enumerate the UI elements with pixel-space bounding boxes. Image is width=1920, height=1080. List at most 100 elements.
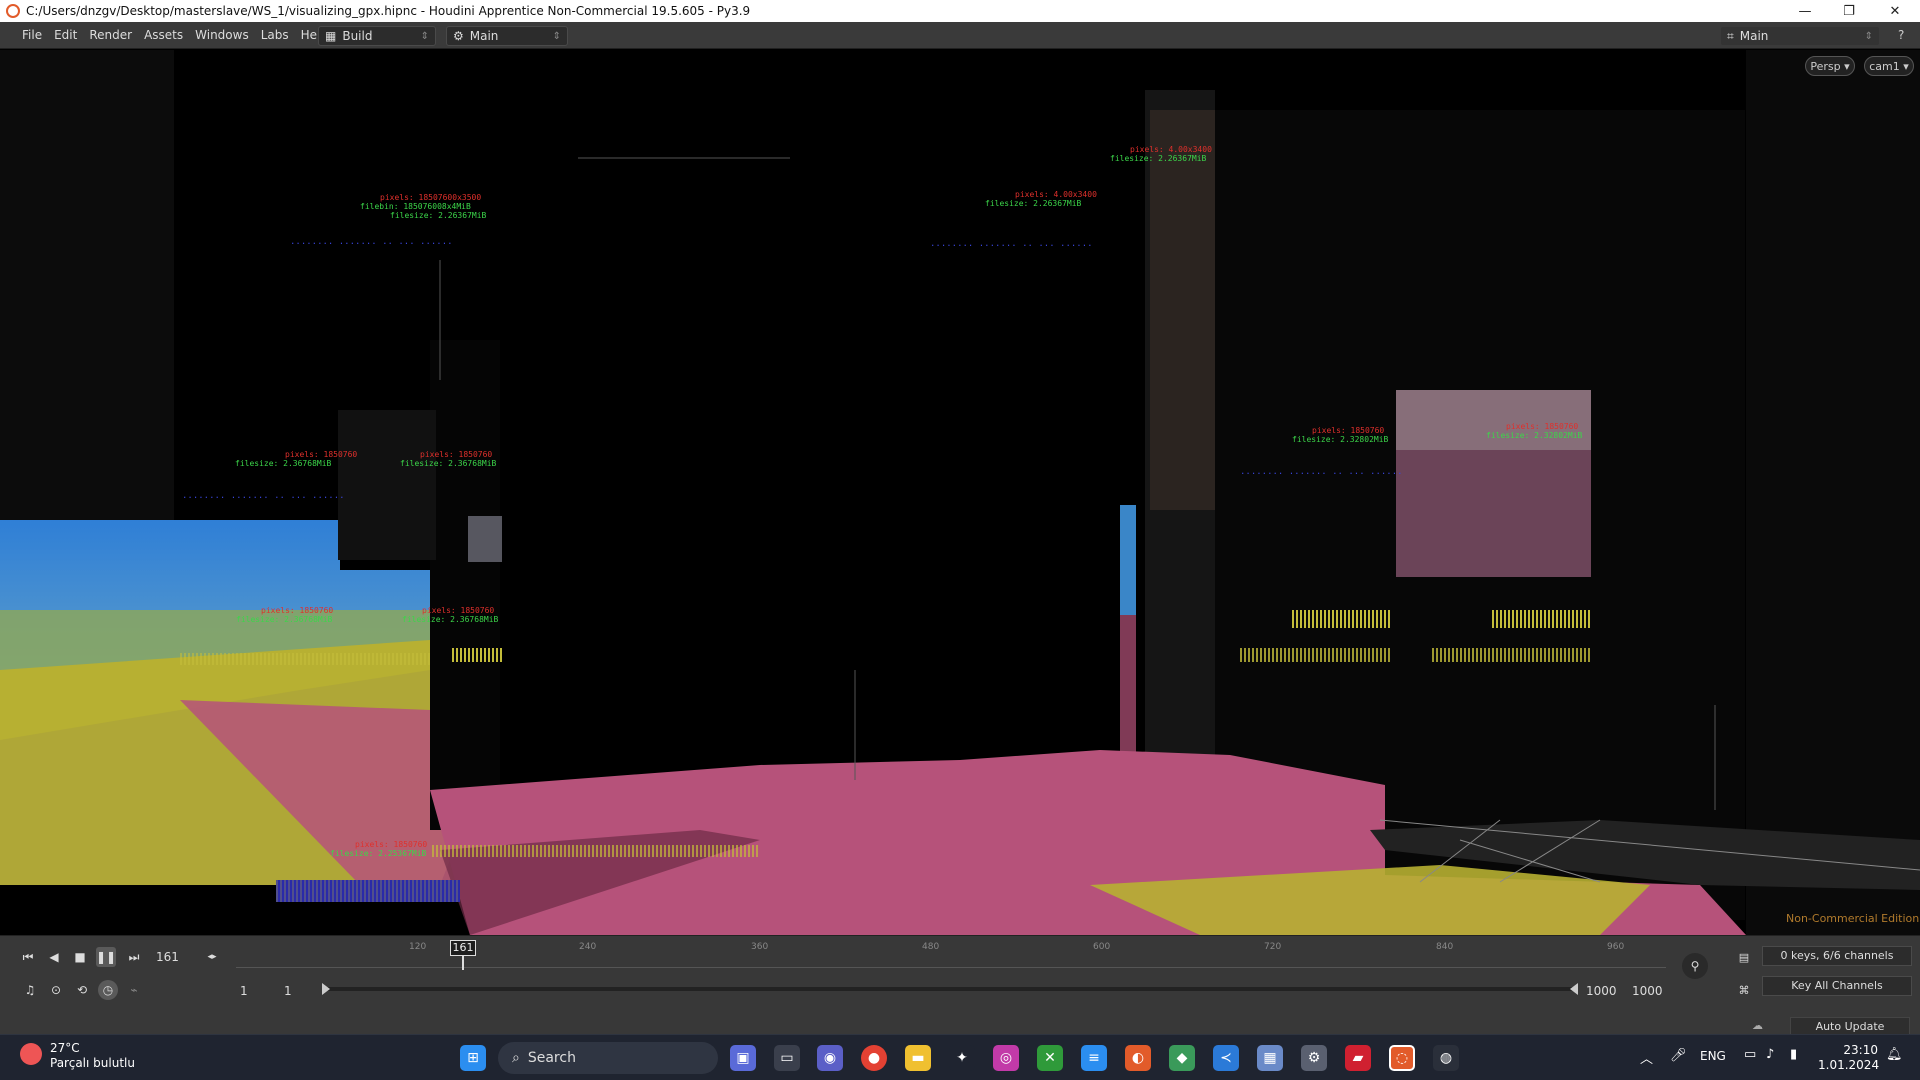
start-frame-field[interactable]: 1 <box>240 984 248 998</box>
current-frame-marker[interactable]: 161 <box>450 940 476 956</box>
pixels-label: pixels: 1850760 <box>422 606 495 615</box>
jump-end-button[interactable]: ⏭ <box>124 947 144 967</box>
pixels-label: pixels: 4.00x3400 <box>1130 145 1212 154</box>
tick-label: 720 <box>1264 942 1282 952</box>
search-icon: ⌕ <box>512 1050 520 1066</box>
houdini-taskbar-icon[interactable]: ◌ <box>1389 1045 1415 1071</box>
range-start-field[interactable]: 1 <box>284 984 292 998</box>
main-desktop-selector[interactable]: ⚙ Main ⇕ <box>446 26 568 46</box>
microphone-icon[interactable]: 🎤︎ <box>1670 1048 1687 1063</box>
windows-start-icon[interactable]: ⊞ <box>460 1045 486 1071</box>
menu-labs[interactable]: Labs <box>255 28 295 42</box>
app-icon[interactable]: ◍ <box>1433 1045 1459 1071</box>
pixels-label: pixels: 1850760 <box>1506 422 1579 431</box>
task-view-icon[interactable]: ▭ <box>774 1045 800 1071</box>
keyframe-icon[interactable]: ⌁ <box>124 980 144 1000</box>
end-frame-field[interactable]: 1000 <box>1632 984 1663 998</box>
tick-label: 480 <box>922 942 940 952</box>
audio-icon[interactable]: ♫ <box>20 980 40 1000</box>
range-start-handle[interactable] <box>322 983 330 995</box>
menu-assets[interactable]: Assets <box>138 28 189 42</box>
blue-debug-label: ........ ....... .. ... ...... <box>1240 467 1403 477</box>
frame-step-icon[interactable]: ◂▸ <box>202 947 222 967</box>
blue-debug-label: ........ ....... .. ... ...... <box>930 239 1093 249</box>
language-indicator[interactable]: ENG <box>1700 1049 1726 1063</box>
pause-button[interactable]: ❚❚ <box>96 947 116 967</box>
window-title: C:/Users/dnzgv/Desktop/masterslave/WS_1/… <box>26 4 751 18</box>
building-block-left <box>430 340 500 830</box>
rhino-icon[interactable]: ✦ <box>949 1045 975 1071</box>
file-explorer-icon[interactable]: ▬ <box>905 1045 931 1071</box>
range-end-field[interactable]: 1000 <box>1586 984 1617 998</box>
range-slider[interactable] <box>326 987 1576 991</box>
app-icon[interactable]: ▦ <box>1257 1045 1283 1071</box>
app-icon[interactable]: ◎ <box>993 1045 1019 1071</box>
system-clock[interactable]: 23:10 1.01.2024 <box>1818 1043 1879 1073</box>
menu-edit[interactable]: Edit <box>48 28 83 42</box>
pixels-label: pixels: 1850760 <box>1312 426 1385 435</box>
app-icon[interactable]: ◆ <box>1169 1045 1195 1071</box>
range-end-handle[interactable] <box>1570 983 1578 995</box>
notepad-icon[interactable]: ≡ <box>1081 1045 1107 1071</box>
filesize-label: filesize: 2.26367MiB <box>390 211 487 220</box>
app-icon[interactable]: ◐ <box>1125 1045 1151 1071</box>
step-back-button[interactable]: ◀ <box>44 947 64 967</box>
settings-icon[interactable]: ⚙ <box>1301 1045 1327 1071</box>
tick-label: 960 <box>1607 942 1625 952</box>
notification-icon[interactable]: 🔔︎ <box>1886 1047 1903 1062</box>
main-desktop-right-selector[interactable]: ⌗ Main ⇕ <box>1720 26 1880 46</box>
channel-icon[interactable]: ⌘ <box>1734 980 1754 1000</box>
pixels-label: pixels: 18507600x3500 <box>380 193 482 202</box>
key-all-channels-dropdown[interactable]: Key All Channels <box>1762 976 1912 996</box>
tick-label: 600 <box>1093 942 1111 952</box>
stop-button[interactable]: ■ <box>70 947 90 967</box>
filesize-label: filesize: 2.36768MiB <box>235 459 332 468</box>
weather-widget[interactable]: 27°C Parçalı bulutlu <box>20 1041 135 1071</box>
menu-file[interactable]: File <box>16 28 48 42</box>
help-icon[interactable]: ? <box>1898 28 1904 42</box>
widgets-icon[interactable]: ▣ <box>730 1045 756 1071</box>
tick-label: 240 <box>579 942 597 952</box>
loop-icon[interactable]: ⟲ <box>72 980 92 1000</box>
weather-icon <box>20 1043 42 1065</box>
vscode-icon[interactable]: ≺ <box>1213 1045 1239 1071</box>
taskbar-search[interactable]: ⌕ Search <box>498 1042 718 1074</box>
pixels-label: pixels: 1850760 <box>420 450 493 459</box>
volume-icon[interactable]: ♪ <box>1766 1047 1774 1062</box>
keys-channels-dropdown[interactable]: 0 keys, 6/6 channels <box>1762 946 1912 966</box>
app-icon[interactable]: ▰ <box>1345 1045 1371 1071</box>
minimize-button[interactable]: — <box>1782 0 1828 22</box>
frame-field[interactable]: 161 <box>156 950 179 964</box>
chevron-up-icon[interactable]: ︿ <box>1640 1048 1653 1067</box>
chrome-icon[interactable]: ● <box>861 1045 887 1071</box>
chart-icon[interactable]: ▤ <box>1734 947 1754 967</box>
blue-debug-label: ........ ....... .. ... ...... <box>290 237 453 247</box>
clock-icon[interactable]: ◷ <box>98 980 118 1000</box>
jump-start-button[interactable]: ⏮ <box>18 947 38 967</box>
restore-button[interactable]: ❐ <box>1826 0 1872 22</box>
build-desktop-selector[interactable]: ▦ Build ⇕ <box>318 26 436 46</box>
realtime-icon[interactable]: ⊙ <box>46 980 66 1000</box>
persp-view-button[interactable]: Persp ▾ <box>1805 56 1855 76</box>
clock-time: 23:10 <box>1843 1043 1878 1057</box>
key-tool-icon[interactable]: ⚲ <box>1682 953 1708 979</box>
xbox-icon[interactable]: ✕ <box>1037 1045 1063 1071</box>
menu-windows[interactable]: Windows <box>189 28 255 42</box>
camera-menu-button[interactable]: cam1 ▾ <box>1864 56 1914 76</box>
display-icon[interactable]: ▭ <box>1744 1047 1756 1062</box>
menu-bar: File Edit Render Assets Windows Labs Hel… <box>0 22 1920 49</box>
scene-viewport[interactable]: pixels: 18507600x3500 filebin: 185076008… <box>0 50 1920 935</box>
teams-icon[interactable]: ◉ <box>817 1045 843 1071</box>
chevron-updown-icon: ⇕ <box>1864 30 1873 42</box>
auto-update-dropdown[interactable]: Auto Update <box>1790 1017 1910 1035</box>
menu-render[interactable]: Render <box>83 28 138 42</box>
chevron-updown-icon: ⇕ <box>420 30 429 42</box>
battery-icon[interactable]: ▮ <box>1790 1047 1797 1062</box>
cloud-icon[interactable]: ☁ <box>1752 1019 1763 1032</box>
close-button[interactable]: ✕ <box>1872 0 1918 22</box>
playhead[interactable] <box>462 956 464 970</box>
desktop-icon: ⌗ <box>1727 28 1734 43</box>
filesize-label: filesize: 2.25367MiB <box>330 849 427 858</box>
pixels-label: pixels: 1850760 <box>261 606 334 615</box>
filesize-label: filesize: 2.36768MiB <box>400 459 497 468</box>
